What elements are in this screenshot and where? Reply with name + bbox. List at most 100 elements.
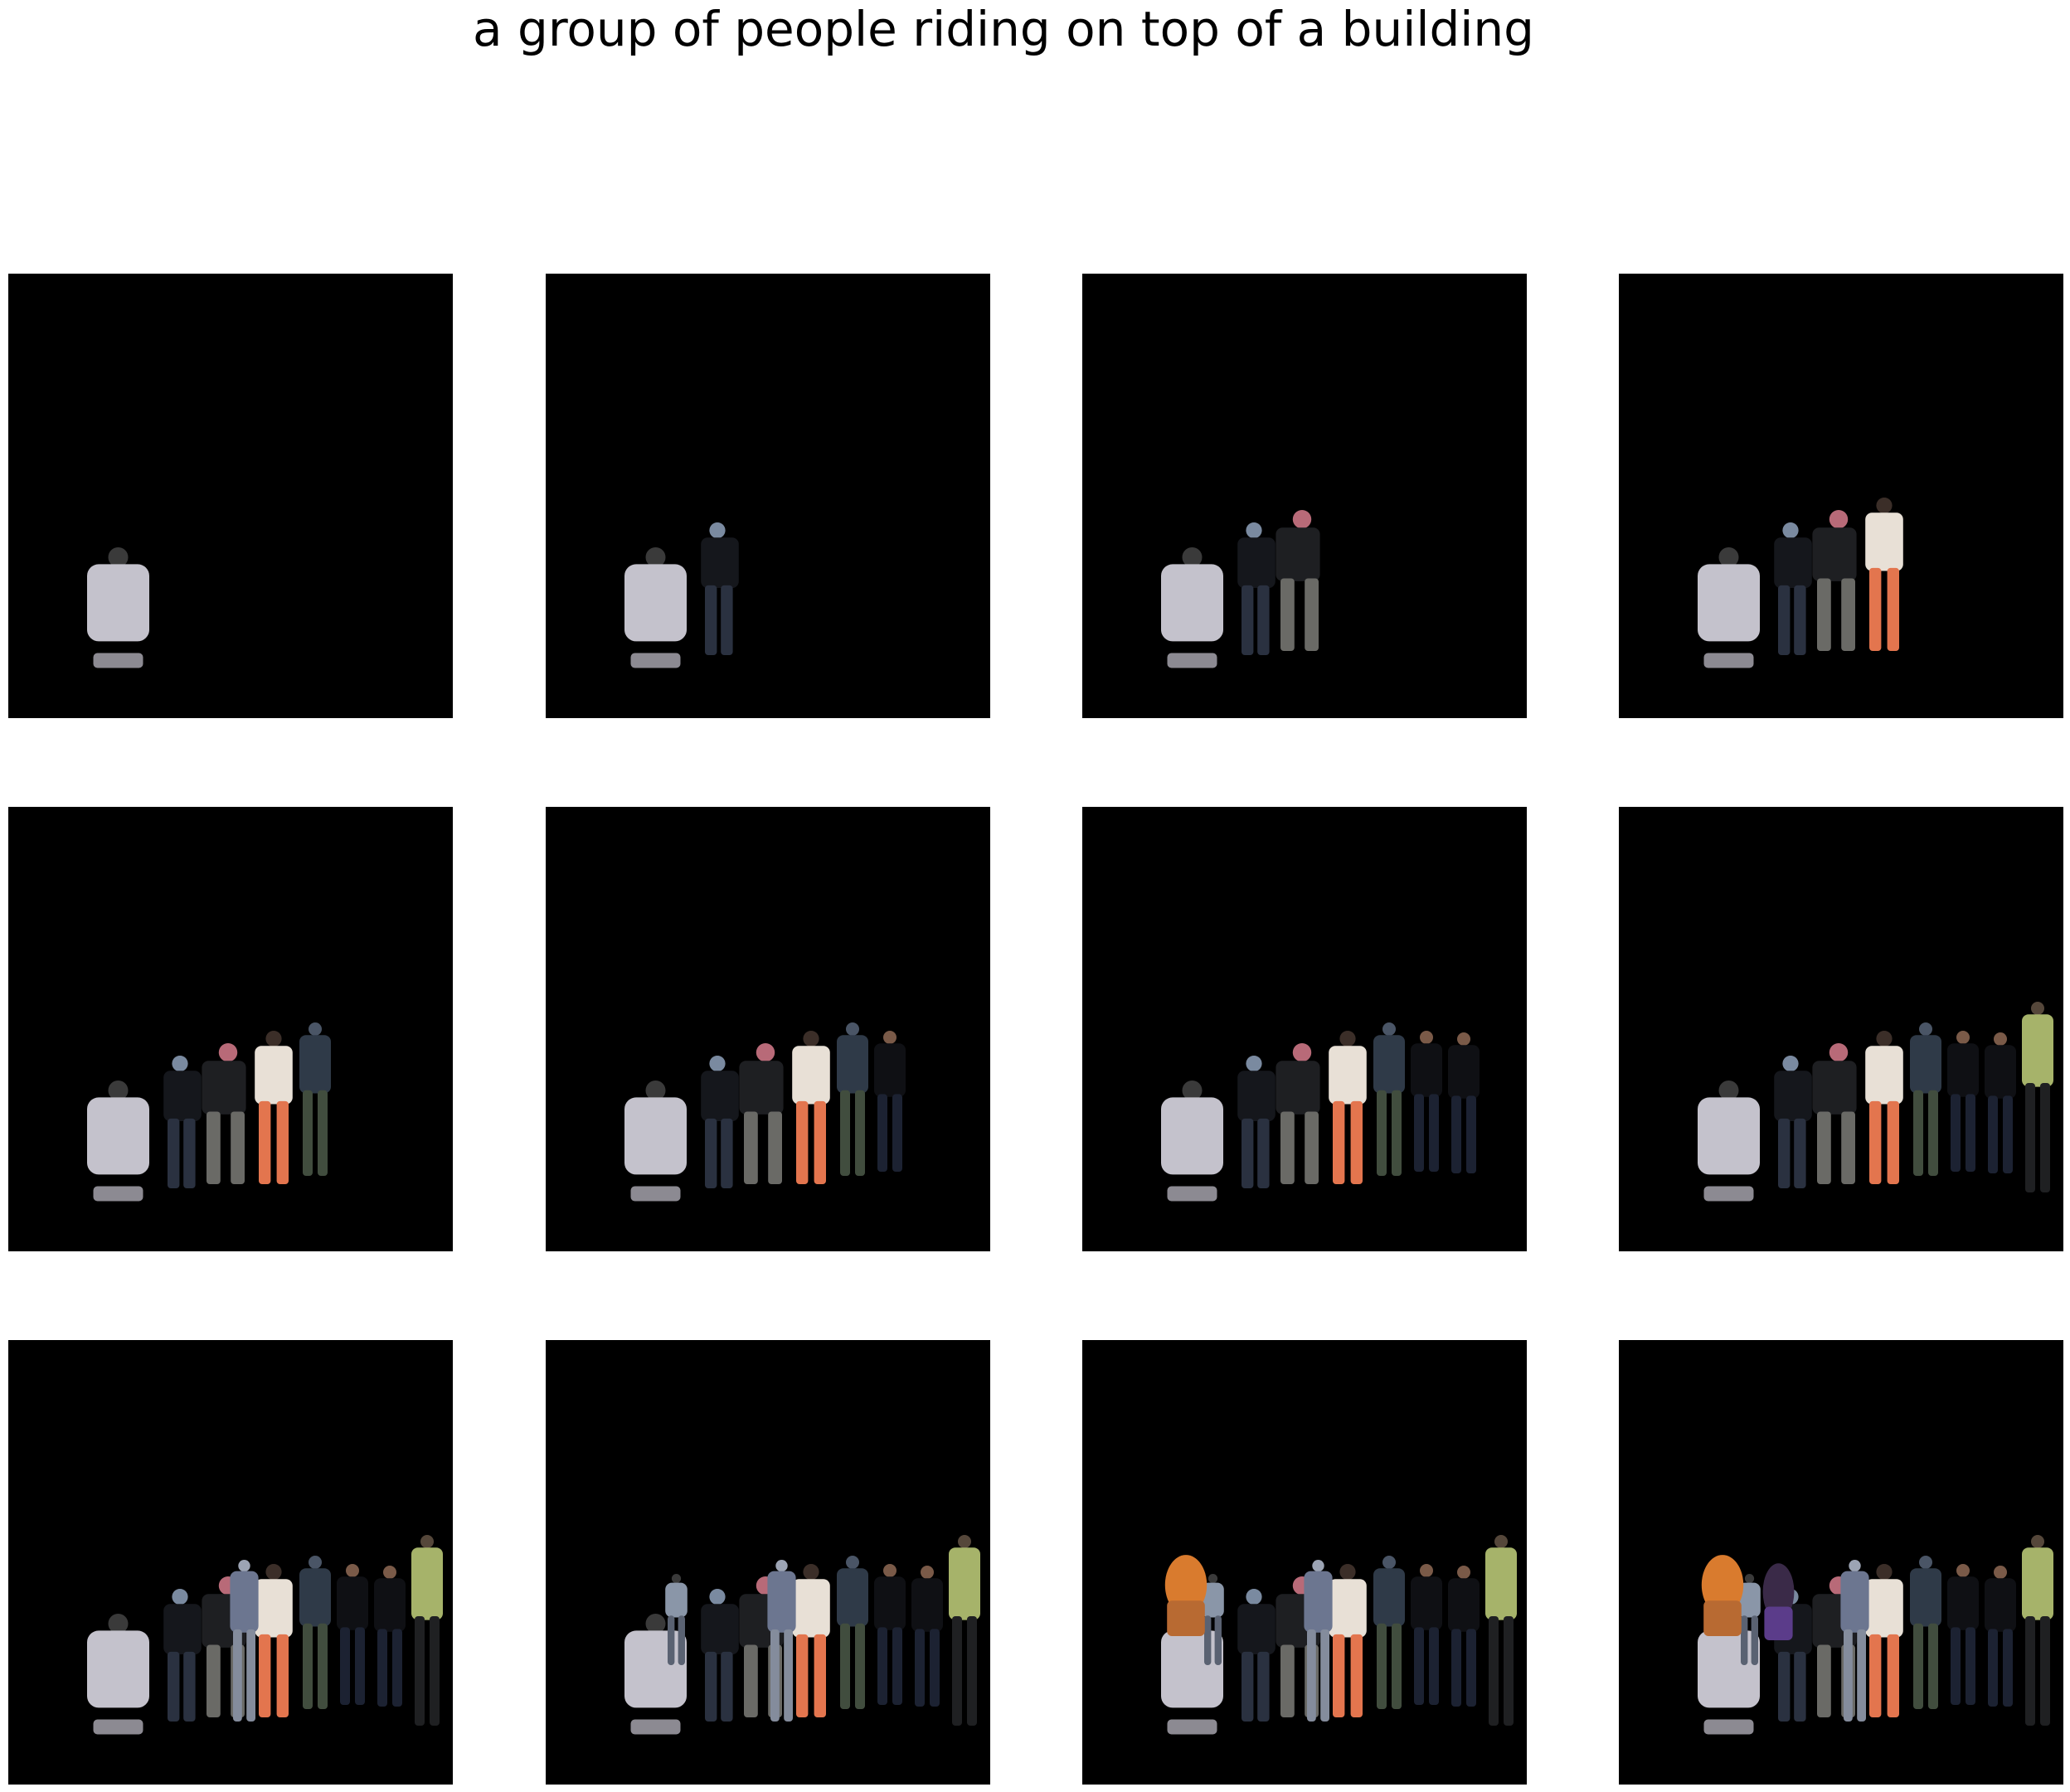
man-suit-1-leg-left: [877, 1627, 887, 1705]
man-suit-1-body: [874, 1043, 906, 1097]
man-suit-2-figure: [1448, 1032, 1480, 1173]
man-suit-2-body: [374, 1578, 406, 1632]
man-suit-1-head: [1420, 1564, 1433, 1577]
purple-person-body: [1764, 1606, 1793, 1640]
standing-person-grey-leg-left: [1377, 1623, 1387, 1709]
orange-hair-person-body: [1167, 1600, 1205, 1636]
panel-canvas: [87, 547, 149, 668]
dark-crouching-person-head: [709, 1589, 726, 1605]
panel-canvas: [1698, 1535, 2053, 1735]
small-person-body: [665, 1582, 688, 1618]
panel-step-8: [1619, 807, 2063, 1251]
man-suit-2-leg-right: [1466, 1629, 1476, 1707]
dark-crouching-person-leg-right: [1794, 585, 1806, 655]
standing-person-grey-leg-left: [1377, 1090, 1387, 1176]
standing-person-grey-figure: [1910, 1556, 1941, 1709]
dark-crouching-person-leg-right: [721, 1651, 733, 1722]
woman-white-dress-leg-right: [1350, 1634, 1363, 1717]
blurred-person-head: [238, 1560, 250, 1572]
red-cap-person-leg-right: [1305, 578, 1319, 651]
hoodie-person-legs: [1703, 1719, 1754, 1735]
man-green-shirt-head: [420, 1535, 434, 1548]
hoodie-person-figure: [624, 547, 687, 668]
man-suit-1-leg-right: [1429, 1094, 1439, 1172]
man-green-shirt-body: [411, 1547, 443, 1620]
man-suit-2-body: [1448, 1045, 1480, 1099]
woman-white-dress-body: [1865, 512, 1903, 571]
standing-person-grey-body: [1910, 1568, 1941, 1627]
hoodie-person-legs: [1167, 1719, 1217, 1735]
woman-white-dress-leg-right: [1350, 1100, 1363, 1184]
dark-crouching-person-body: [163, 1604, 202, 1655]
red-cap-person-leg-right: [1841, 578, 1855, 651]
blurred-person-leg-right: [1320, 1629, 1329, 1722]
figure-caption: a group of people riding on top of a bui…: [473, 1, 1534, 57]
man-suit-1-leg-right: [892, 1094, 902, 1172]
hoodie-person-figure: [87, 1614, 149, 1735]
man-suit-2-body: [1448, 1578, 1480, 1632]
blurred-person-leg-left: [1844, 1629, 1853, 1722]
woman-white-dress-body: [255, 1579, 293, 1638]
standing-person-grey-figure: [299, 1556, 331, 1709]
woman-white-dress-body: [255, 1046, 293, 1105]
standing-person-grey-head: [309, 1022, 322, 1036]
man-suit-1-leg-left: [1951, 1094, 1961, 1172]
standing-person-grey-body: [299, 1035, 331, 1094]
small-person-head: [1208, 1574, 1218, 1584]
red-cap-person-leg-right: [768, 1111, 782, 1184]
man-suit-2-leg-right: [930, 1629, 940, 1707]
standing-person-grey-head: [1919, 1022, 1932, 1036]
dark-crouching-person-head: [172, 1589, 188, 1605]
man-suit-1-figure: [874, 1031, 906, 1172]
dark-crouching-person-head: [1246, 1589, 1262, 1605]
red-cap-person-leg-left: [1817, 578, 1831, 651]
red-cap-person-leg-right: [1841, 1111, 1855, 1184]
dark-crouching-person-body: [701, 537, 739, 589]
hoodie-person-body: [1161, 564, 1223, 642]
standing-person-grey-leg-right: [855, 1090, 865, 1176]
hoodie-person-legs: [630, 1719, 681, 1735]
standing-person-grey-head: [1382, 1556, 1396, 1569]
standing-person-grey-figure: [837, 1556, 868, 1709]
woman-white-dress-body: [792, 1579, 830, 1638]
woman-white-dress-body: [1865, 1046, 1903, 1105]
hoodie-person-figure: [87, 547, 149, 668]
woman-white-dress-head: [1339, 1031, 1356, 1047]
man-green-shirt-leg-right: [2040, 1616, 2050, 1726]
man-suit-1-figure: [874, 1564, 906, 1705]
hoodie-person-legs: [630, 1186, 681, 1202]
red-cap-person-body: [1812, 1061, 1857, 1115]
woman-white-dress-head: [265, 1564, 282, 1581]
man-green-shirt-body: [1485, 1547, 1517, 1620]
dark-crouching-person-leg-right: [1257, 585, 1270, 655]
woman-white-dress-figure: [792, 1031, 830, 1184]
man-green-shirt-figure: [2022, 1535, 2053, 1726]
man-green-shirt-figure: [2022, 1002, 2053, 1192]
dark-crouching-person-body: [1237, 1071, 1276, 1122]
woman-white-dress-leg-left: [796, 1100, 809, 1184]
man-suit-2-leg-left: [377, 1629, 387, 1707]
red-cap-person-leg-left: [1817, 1644, 1831, 1717]
standing-person-grey-leg-right: [1392, 1623, 1402, 1709]
dark-crouching-person-head: [1246, 522, 1262, 539]
blurred-person-leg-right: [784, 1629, 793, 1722]
red-cap-person-figure: [739, 1043, 784, 1184]
woman-white-dress-figure: [1329, 1031, 1367, 1184]
dark-crouching-person-leg-left: [1778, 585, 1791, 655]
man-suit-1-leg-right: [355, 1627, 365, 1705]
man-suit-2-leg-right: [2003, 1629, 2013, 1707]
dark-crouching-person-body: [1237, 1604, 1276, 1655]
man-suit-1-leg-right: [892, 1627, 902, 1705]
dark-crouching-person-figure: [163, 1589, 202, 1722]
dark-crouching-person-head: [709, 522, 726, 539]
dark-crouching-person-leg-right: [183, 1651, 196, 1722]
standing-person-grey-leg-left: [840, 1090, 850, 1176]
man-suit-1-leg-left: [1414, 1094, 1424, 1172]
dark-crouching-person-leg-right: [721, 1118, 733, 1188]
man-suit-1-figure: [1411, 1031, 1442, 1172]
woman-white-dress-leg-left: [1869, 1634, 1882, 1717]
woman-white-dress-head: [1876, 498, 1893, 514]
dark-crouching-person-body: [1774, 537, 1812, 589]
man-green-shirt-leg-left: [415, 1616, 425, 1726]
man-green-shirt-head: [1494, 1535, 1508, 1548]
